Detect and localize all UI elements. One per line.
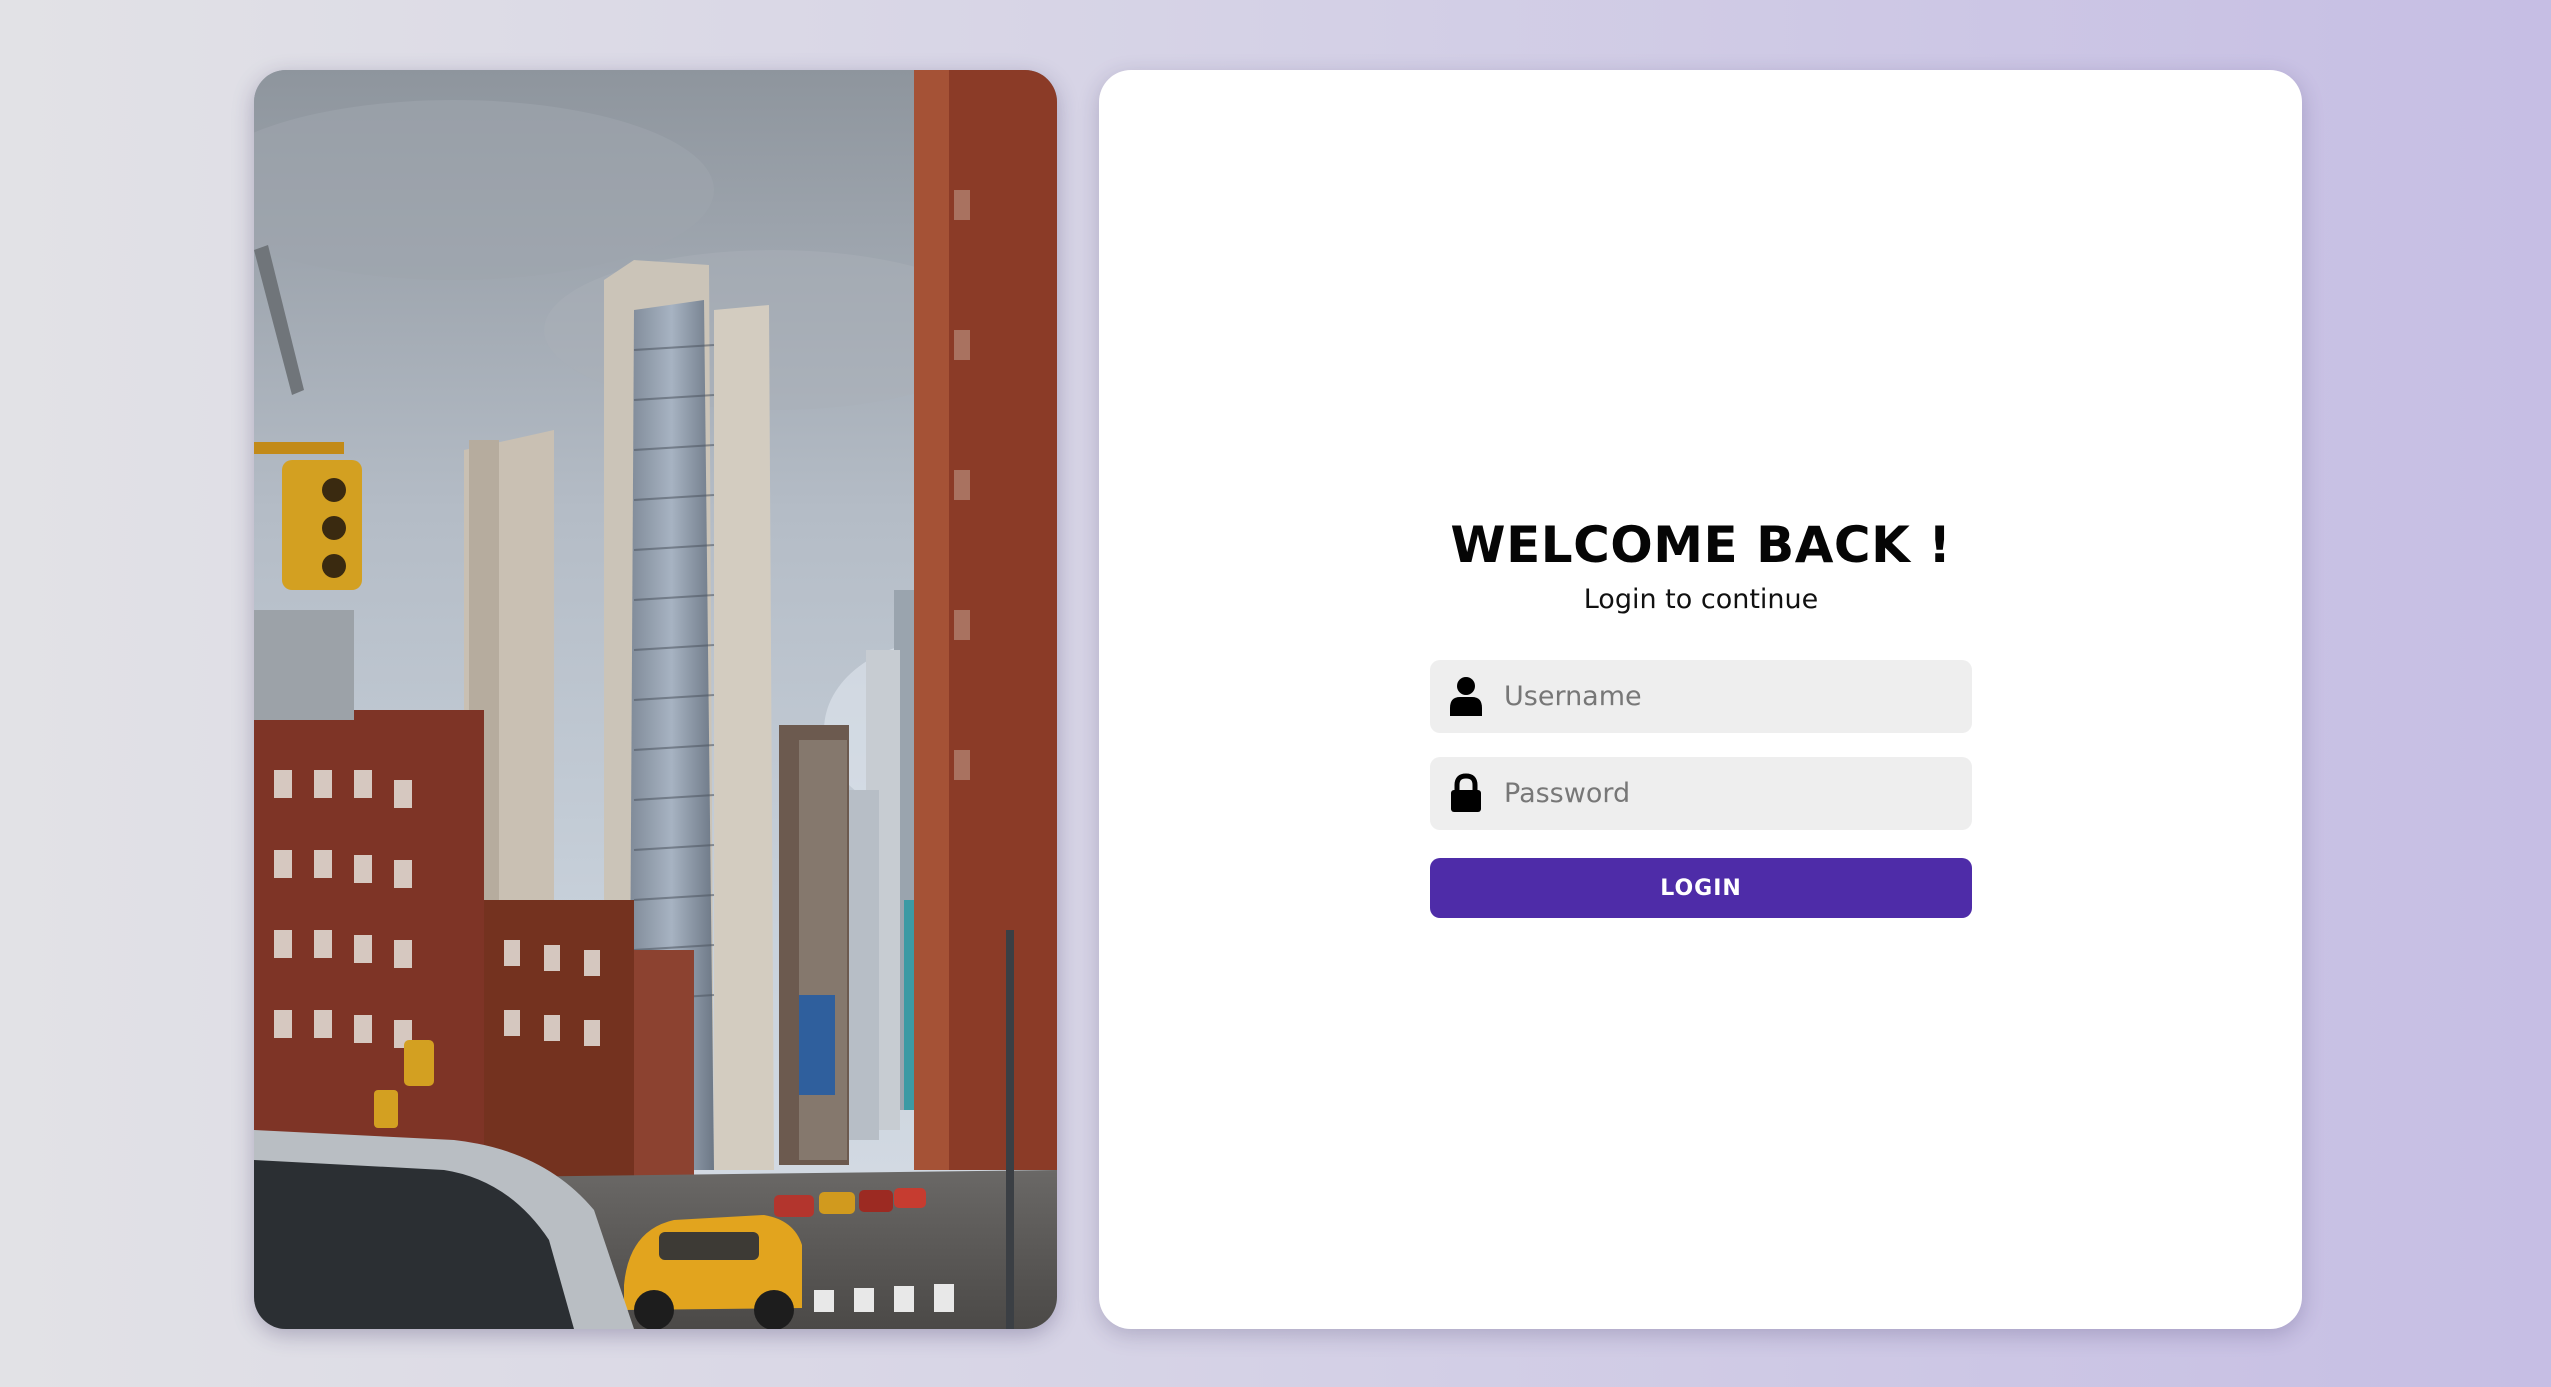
city-street-photo (254, 70, 1057, 1329)
password-input[interactable] (1504, 757, 1954, 830)
username-input[interactable] (1504, 660, 1954, 733)
user-icon (1448, 676, 1484, 716)
password-field[interactable] (1430, 757, 1972, 830)
login-subtitle: Login to continue (1583, 584, 1819, 615)
welcome-heading: WELCOME BACK ! (1450, 516, 1952, 574)
login-card: WELCOME BACK ! Login to continue LOGIN (1099, 70, 2302, 1329)
lock-icon (1448, 773, 1484, 813)
login-form: WELCOME BACK ! Login to continue LOGIN (1430, 510, 1972, 918)
city-street-illustration (254, 70, 1057, 1329)
login-button[interactable]: LOGIN (1430, 858, 1972, 918)
username-field[interactable] (1430, 660, 1972, 733)
